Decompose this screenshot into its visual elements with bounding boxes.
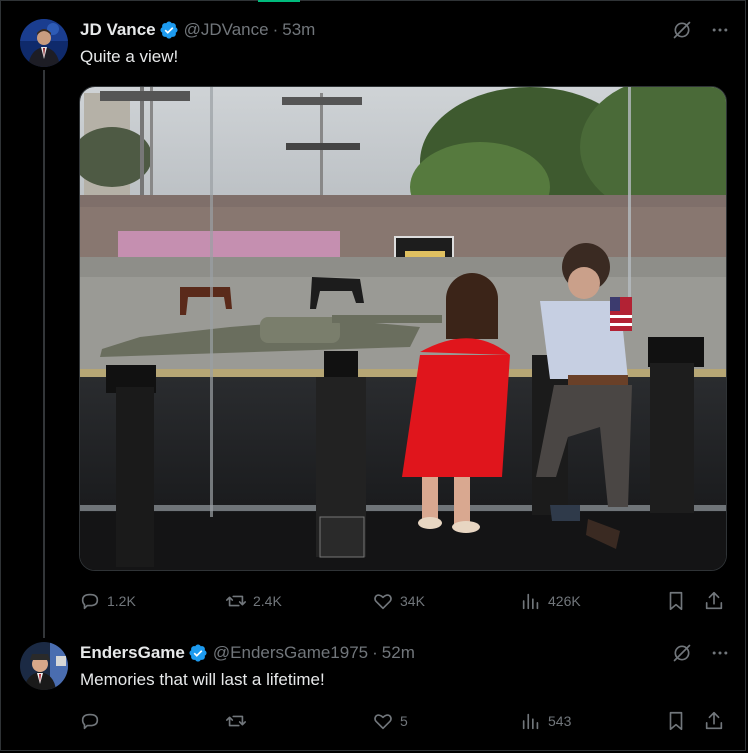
reply-icon	[81, 713, 99, 730]
views-button[interactable]: 543	[520, 710, 571, 732]
parade-photo-image	[80, 87, 726, 570]
tweet-text: Quite a view!	[80, 47, 179, 66]
timestamp[interactable]: 52m	[382, 643, 415, 663]
share-button[interactable]	[703, 590, 725, 612]
verified-badge-icon	[189, 644, 207, 662]
avatar-image	[20, 19, 68, 67]
tweet-text: Memories that will last a lifetime!	[80, 670, 325, 689]
bookmark-icon	[669, 591, 683, 611]
repost-count: 2.4K	[253, 593, 282, 609]
tab-indicator	[258, 0, 300, 2]
tweet-header: EndersGame @EndersGame1975 · 52m	[80, 643, 415, 663]
share-icon	[705, 591, 723, 610]
like-button[interactable]: 34K	[372, 590, 425, 612]
handle[interactable]: @JDVance	[184, 20, 269, 40]
timestamp[interactable]: 53m	[282, 20, 315, 40]
display-name[interactable]: JD Vance	[80, 20, 156, 40]
like-icon	[374, 594, 392, 610]
reply-icon	[81, 593, 99, 610]
bookmark-button[interactable]	[665, 710, 687, 732]
verified-badge-icon	[160, 21, 178, 39]
views-icon	[522, 593, 539, 610]
tweet-top-actions	[672, 643, 730, 663]
reply-button[interactable]: 1.2K	[79, 590, 136, 612]
dot-separator: ·	[272, 20, 279, 39]
views-button[interactable]: 426K	[520, 590, 581, 612]
repost-button[interactable]: 2.4K	[225, 590, 282, 612]
reply-count: 1.2K	[107, 593, 136, 609]
avatar-image	[20, 642, 68, 690]
avatar-endersgame[interactable]	[20, 642, 68, 690]
bookmark-button[interactable]	[665, 590, 687, 612]
views-count: 426K	[548, 593, 581, 609]
reply-button[interactable]	[79, 710, 107, 732]
thread-connector-line	[43, 70, 45, 638]
share-icon	[705, 711, 723, 730]
like-count: 34K	[400, 593, 425, 609]
avatar-jdvance[interactable]	[20, 19, 68, 67]
views-icon	[522, 713, 539, 730]
repost-button[interactable]	[225, 710, 253, 732]
more-icon[interactable]	[710, 643, 730, 663]
tweet-header: JD Vance @JDVance · 53m	[80, 20, 315, 40]
display-name[interactable]: EndersGame	[80, 643, 185, 663]
repost-icon	[226, 595, 246, 607]
like-icon	[374, 714, 392, 730]
like-count: 5	[400, 713, 408, 729]
tweet-actions: 5 543	[79, 710, 727, 734]
more-icon[interactable]	[710, 20, 730, 40]
share-button[interactable]	[703, 710, 725, 732]
views-count: 543	[548, 713, 572, 729]
dot-separator: ·	[372, 643, 378, 662]
tweet-photo[interactable]	[79, 86, 727, 571]
tweet-actions: 1.2K 2.4K 34K 426K	[79, 590, 727, 614]
repost-icon	[226, 715, 246, 727]
like-button[interactable]: 5	[372, 710, 408, 732]
grok-icon[interactable]	[672, 643, 692, 663]
tweet-top-actions	[672, 20, 730, 40]
grok-icon[interactable]	[672, 20, 692, 40]
bookmark-icon	[669, 711, 683, 731]
handle[interactable]: @EndersGame1975	[213, 643, 368, 663]
